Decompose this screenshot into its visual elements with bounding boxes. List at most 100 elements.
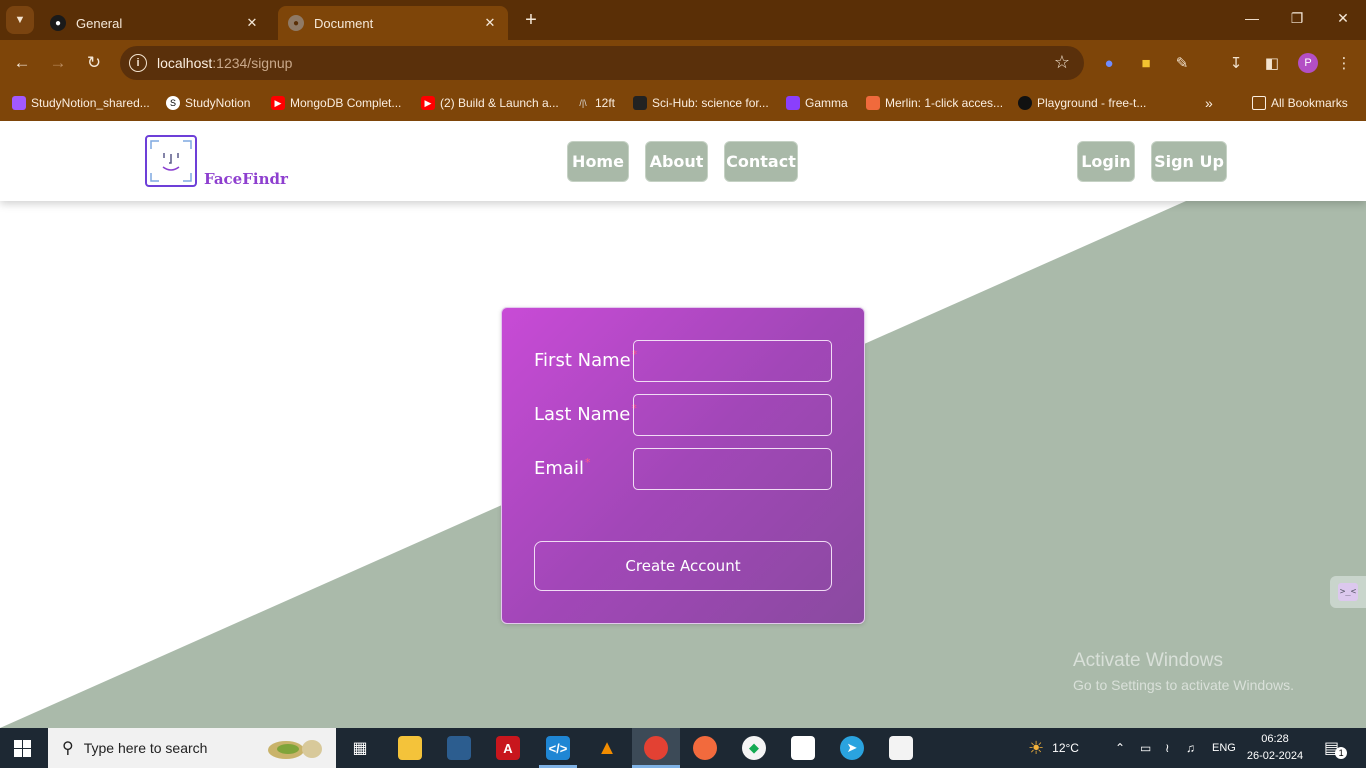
bookmarks-overflow-icon[interactable]: » bbox=[1205, 92, 1213, 114]
language-indicator[interactable]: ENG bbox=[1212, 728, 1236, 768]
weather-widget[interactable]: ☀ 12°C bbox=[1028, 728, 1079, 768]
extension-flame-icon[interactable]: ● bbox=[1099, 53, 1119, 73]
back-icon[interactable]: ← bbox=[11, 52, 33, 74]
clock-time: 06:28 bbox=[1261, 733, 1289, 745]
bookmark-item[interactable]: StudyNotion_shared... bbox=[12, 92, 150, 114]
task-view-icon[interactable]: ▦ bbox=[348, 736, 372, 760]
signup-form-card: First Name* Last Name* Email* Create Acc… bbox=[501, 307, 865, 624]
first-name-label: First Name* bbox=[534, 348, 637, 371]
restore-icon[interactable]: ❐ bbox=[1287, 10, 1307, 27]
windows-taskbar: ⚲ Type here to search ▦ A </> ▲ ◆ ➤ ☀ 12… bbox=[0, 728, 1366, 768]
email-input[interactable] bbox=[633, 448, 832, 490]
url-host: localhost bbox=[157, 55, 213, 71]
last-name-label: Last Name* bbox=[534, 402, 637, 425]
bookmarks-bar: StudyNotion_shared... S StudyNotion ▶ Mo… bbox=[0, 86, 1366, 121]
all-bookmarks-folder[interactable]: All Bookmarks bbox=[1252, 92, 1348, 114]
vlc-icon[interactable]: ▲ bbox=[595, 736, 619, 760]
mysql-workbench-icon[interactable] bbox=[447, 736, 471, 760]
taskbar-clock[interactable]: 06:28 26-02-2024 bbox=[1246, 731, 1304, 765]
mongodb-compass-icon[interactable]: ◆ bbox=[742, 736, 766, 760]
youtube-icon: ▶ bbox=[271, 96, 285, 110]
url-path: :1234/signup bbox=[212, 55, 293, 71]
first-name-input[interactable] bbox=[633, 340, 832, 382]
search-icon: ⚲ bbox=[62, 740, 74, 757]
clock-date: 26-02-2024 bbox=[1246, 750, 1304, 762]
activate-windows-subtitle: Go to Settings to activate Windows. bbox=[1073, 677, 1294, 693]
side-panel-icon[interactable]: ◧ bbox=[1262, 53, 1282, 73]
login-button[interactable]: Login bbox=[1077, 141, 1135, 182]
signup-button[interactable]: Sign Up bbox=[1151, 141, 1227, 182]
close-icon[interactable]: ✕ bbox=[244, 15, 260, 31]
terminal-icon: >_< bbox=[1338, 583, 1358, 601]
search-placeholder: Type here to search bbox=[83, 740, 208, 756]
tray-overflow-icon[interactable]: ⌃ bbox=[1115, 728, 1125, 768]
close-icon[interactable]: ✕ bbox=[482, 15, 498, 31]
wifi-icon[interactable]: ≀ bbox=[1165, 728, 1170, 768]
nav-home-button[interactable]: Home bbox=[567, 141, 629, 182]
required-mark: * bbox=[584, 456, 591, 469]
notifications-icon[interactable]: ▤ 1 bbox=[1324, 728, 1348, 768]
bookmark-label: StudyNotion bbox=[185, 96, 251, 110]
create-account-button[interactable]: Create Account bbox=[534, 541, 832, 591]
nav-about-button[interactable]: About bbox=[645, 141, 708, 182]
bookmark-item[interactable]: ▶ MongoDB Complet... bbox=[271, 92, 401, 114]
download-icon[interactable]: ↧ bbox=[1226, 53, 1246, 73]
tab-document[interactable]: ● Document ✕ bbox=[278, 6, 508, 40]
browser-toolbar: ← → ↻ i localhost:1234/signup ☆ ● ■ ✎ ↧ … bbox=[0, 40, 1366, 86]
s-logo-icon: S bbox=[166, 96, 180, 110]
address-bar[interactable]: i localhost:1234/signup ☆ bbox=[120, 46, 1084, 80]
bookmark-item[interactable]: Merlin: 1-click acces... bbox=[866, 92, 1003, 114]
folder-icon bbox=[1252, 96, 1266, 110]
postman-icon[interactable] bbox=[693, 736, 717, 760]
reload-icon[interactable]: ↻ bbox=[83, 52, 105, 74]
site-info-icon[interactable]: i bbox=[129, 54, 147, 72]
bookmark-item[interactable]: Playground - free-t... bbox=[1018, 92, 1146, 114]
brand-name[interactable]: FaceFindr bbox=[204, 170, 288, 188]
bookmark-item[interactable]: /|\ 12ft bbox=[576, 92, 615, 114]
window-close-icon[interactable]: ✕ bbox=[1333, 10, 1353, 27]
bookmark-item[interactable]: Sci-Hub: science for... bbox=[633, 92, 769, 114]
new-tab-button[interactable]: + bbox=[520, 9, 542, 31]
vscode-icon[interactable]: </> bbox=[546, 736, 570, 760]
more-menu-icon[interactable]: ⋮ bbox=[1334, 53, 1354, 73]
gamma-icon bbox=[786, 96, 800, 110]
bookmark-star-icon[interactable]: ☆ bbox=[1054, 52, 1070, 73]
last-name-label-text: Last Name bbox=[534, 404, 631, 425]
extension-lock-icon[interactable]: ■ bbox=[1136, 53, 1156, 73]
ladder-icon: /|\ bbox=[579, 98, 587, 108]
bookmark-item[interactable]: ▶ (2) Build & Launch a... bbox=[421, 92, 559, 114]
battery-icon[interactable]: ▭ bbox=[1140, 728, 1151, 768]
bookmark-label: Playground - free-t... bbox=[1037, 96, 1147, 110]
microsoft-store-icon[interactable] bbox=[791, 736, 815, 760]
acrobat-icon[interactable]: A bbox=[496, 736, 520, 760]
nav-contact-button[interactable]: Contact bbox=[724, 141, 798, 182]
extensions-puzzle-icon[interactable]: ✎ bbox=[1172, 53, 1192, 73]
chrome-icon[interactable] bbox=[644, 736, 668, 760]
profile-avatar[interactable]: P bbox=[1298, 53, 1318, 73]
scihub-icon bbox=[633, 96, 647, 110]
volume-icon[interactable]: ♫ bbox=[1186, 728, 1195, 768]
bookmark-label: StudyNotion_shared... bbox=[31, 96, 150, 110]
file-explorer-icon[interactable] bbox=[398, 736, 422, 760]
tab-general[interactable]: ● General ✕ bbox=[40, 6, 270, 40]
taskbar-search-box[interactable]: ⚲ Type here to search bbox=[48, 728, 336, 768]
openai-icon bbox=[1018, 96, 1032, 110]
notification-count-badge: 1 bbox=[1335, 747, 1348, 759]
face-scan-logo-icon[interactable] bbox=[145, 135, 197, 187]
bookmark-item[interactable]: Gamma bbox=[786, 92, 848, 114]
last-name-input[interactable] bbox=[633, 394, 832, 436]
activate-windows-title: Activate Windows bbox=[1073, 650, 1223, 671]
notepad-icon[interactable] bbox=[889, 736, 913, 760]
minimize-icon[interactable]: — bbox=[1242, 10, 1262, 26]
figma-icon bbox=[12, 96, 26, 110]
bookmark-item[interactable]: S StudyNotion bbox=[166, 92, 250, 114]
first-name-label-text: First Name bbox=[534, 350, 631, 371]
tab-search-chevron-icon[interactable]: ▼ bbox=[6, 6, 34, 34]
side-assistant-widget[interactable]: >_< bbox=[1330, 576, 1366, 608]
windows-start-icon[interactable] bbox=[14, 740, 31, 757]
forward-icon[interactable]: → bbox=[47, 52, 69, 74]
bookmark-label: MongoDB Complet... bbox=[290, 96, 402, 110]
weather-temperature: 12°C bbox=[1052, 741, 1079, 755]
telegram-icon[interactable]: ➤ bbox=[840, 736, 864, 760]
globe-icon: ● bbox=[288, 15, 304, 31]
